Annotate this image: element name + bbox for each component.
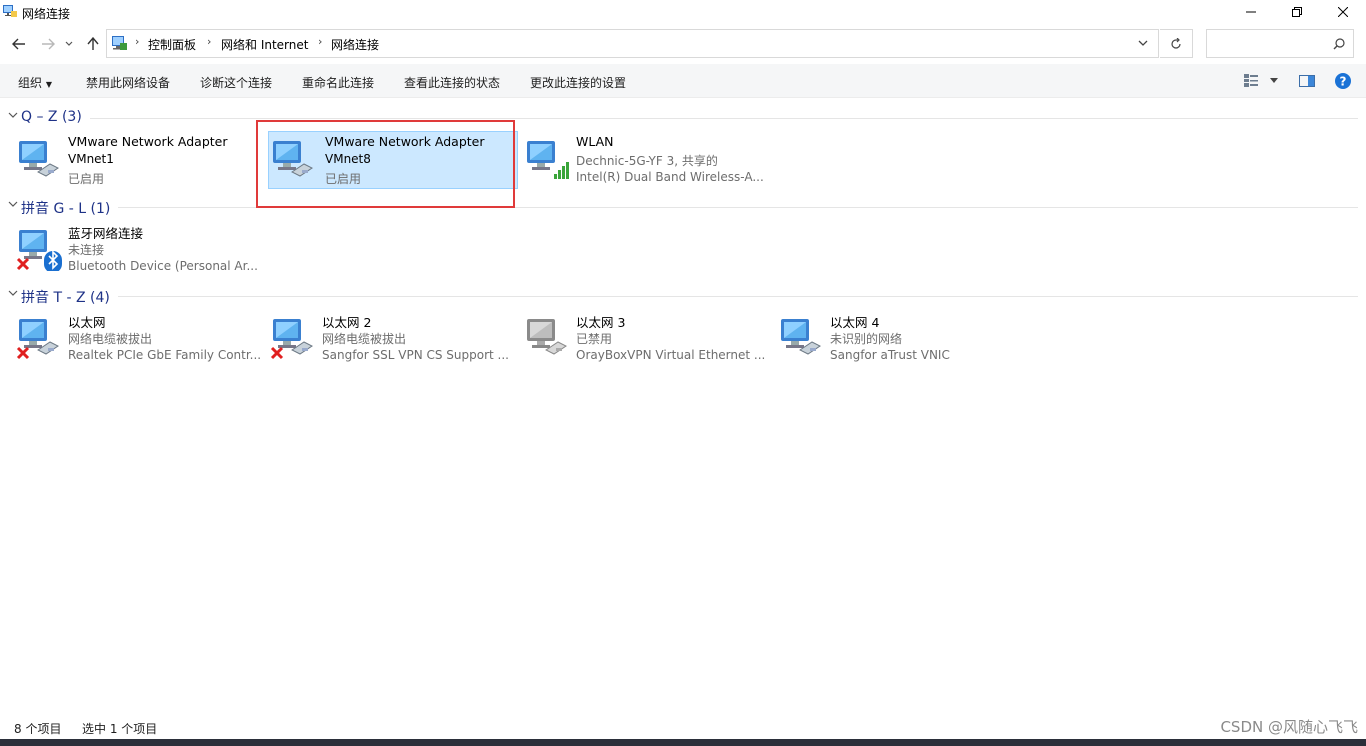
recent-locations-button[interactable] xyxy=(62,33,76,55)
rename-button[interactable]: 重命名此连接 xyxy=(302,74,374,91)
arrow-left-icon xyxy=(12,38,25,50)
close-button[interactable] xyxy=(1320,0,1366,24)
connection-device: Bluetooth Device (Personal Ar... xyxy=(68,259,258,273)
connection-name: 以太网 4 xyxy=(830,315,880,330)
up-button[interactable] xyxy=(83,33,103,55)
organize-label: 组织 xyxy=(18,76,43,90)
connection-name: WLAN xyxy=(576,134,614,149)
minimize-icon xyxy=(1246,11,1256,13)
breadcrumb-separator: › xyxy=(207,35,212,48)
connection-device: Sangfor aTrust VNIC xyxy=(830,348,950,362)
connection-item[interactable]: 以太网 2 网络电缆被拔出 Sangfor SSL VPN CS Support… xyxy=(268,309,518,379)
title-bar: 网络连接 xyxy=(0,0,1366,24)
group-title: 拼音 G - L (1) xyxy=(21,201,111,217)
forward-button[interactable] xyxy=(38,33,58,55)
window-title: 网络连接 xyxy=(22,7,71,21)
organize-menu[interactable]: 组织 ▼ xyxy=(18,74,52,91)
back-button[interactable] xyxy=(9,33,29,55)
view-status-button[interactable]: 查看此连接的状态 xyxy=(404,74,500,91)
help-icon[interactable]: ? xyxy=(1335,73,1351,89)
connection-name: 以太网 3 xyxy=(576,315,626,330)
connection-item[interactable]: 以太网 4 未识别的网络 Sangfor aTrust VNIC xyxy=(776,309,1026,379)
connection-item[interactable]: 以太网 网络电缆被拔出 Realtek PCIe GbE Family Cont… xyxy=(14,309,264,379)
refresh-icon xyxy=(1171,37,1181,49)
change-settings-button[interactable]: 更改此连接的设置 xyxy=(530,74,626,91)
breadcrumb-control-panel[interactable]: 控制面板 xyxy=(148,36,196,53)
connection-device: Sangfor SSL VPN CS Support ... xyxy=(322,348,509,362)
selected-count: 选中 1 个项目 xyxy=(82,722,158,736)
address-bar[interactable]: › 控制面板 › 网络和 Internet › 网络连接 xyxy=(106,29,1159,58)
connection-status: 已禁用 xyxy=(576,332,613,346)
disable-device-button[interactable]: 禁用此网络设备 xyxy=(86,74,170,91)
breadcrumb-network-connections[interactable]: 网络连接 xyxy=(331,36,379,53)
refresh-button[interactable] xyxy=(1160,29,1193,58)
ethernet-adapter-icon xyxy=(16,319,59,360)
connection-name: 蓝牙网络连接 xyxy=(68,226,144,241)
group-title: Q – Z (3) xyxy=(21,109,82,125)
connection-name-cont: VMnet1 xyxy=(68,152,114,166)
breadcrumb-network-internet[interactable]: 网络和 Internet xyxy=(221,36,308,53)
view-options-icon[interactable] xyxy=(1244,74,1258,87)
breadcrumb-separator: › xyxy=(135,35,140,48)
breadcrumb-separator: › xyxy=(318,35,323,48)
svg-text:?: ? xyxy=(1340,75,1347,89)
chevron-down-icon xyxy=(65,41,73,46)
group-divider xyxy=(90,118,1358,119)
restore-icon xyxy=(1292,7,1302,17)
taskbar-edge xyxy=(0,739,1366,746)
ethernet-adapter-icon xyxy=(270,319,313,360)
connection-status: 网络电缆被拔出 xyxy=(322,332,407,346)
connection-status: 未识别的网络 xyxy=(830,332,903,346)
connection-item[interactable]: VMware Network Adapter VMnet1 已启用 xyxy=(14,131,264,201)
diagnose-button[interactable]: 诊断这个连接 xyxy=(200,74,272,91)
connection-status: 网络电缆被拔出 xyxy=(68,332,153,346)
bluetooth-adapter-icon xyxy=(16,230,62,271)
network-connections-app-icon xyxy=(3,5,17,17)
connection-item[interactable]: 以太网 3 已禁用 OrayBoxVPN Virtual Ethernet ..… xyxy=(522,309,772,379)
search-icon xyxy=(1333,38,1345,50)
watermark: CSDN @风随心飞飞 xyxy=(1220,718,1358,736)
connection-name: VMware Network Adapter xyxy=(68,134,228,149)
item-count: 8 个项目 xyxy=(14,722,62,736)
wifi-adapter-icon xyxy=(527,141,569,179)
annotation-highlight-box xyxy=(256,120,515,208)
close-icon xyxy=(1338,7,1348,17)
connection-device: OrayBoxVPN Virtual Ethernet ... xyxy=(576,348,766,362)
preview-pane-icon[interactable] xyxy=(1299,75,1315,87)
connection-status: 已启用 xyxy=(68,172,105,186)
ethernet-adapter-icon xyxy=(781,319,821,355)
network-adapter-icon xyxy=(19,141,59,177)
arrow-right-icon xyxy=(42,38,55,50)
command-bar: 组织 ▼ 禁用此网络设备 诊断这个连接 重命名此连接 查看此连接的状态 更改此连… xyxy=(0,64,1366,98)
chevron-down-icon[interactable] xyxy=(1138,40,1148,47)
connection-device: Intel(R) Dual Band Wireless-A... xyxy=(576,170,764,184)
connection-item[interactable]: 蓝牙网络连接 未连接 Bluetooth Device (Personal Ar… xyxy=(14,220,264,290)
group-divider xyxy=(118,296,1358,297)
dropdown-arrow-icon: ▼ xyxy=(45,80,52,89)
connection-name: 以太网 2 xyxy=(322,315,372,330)
connection-item[interactable]: WLAN Dechnic-5G-YF 3, 共享的 Intel(R) Dual … xyxy=(522,131,772,201)
group-header-q-z[interactable]: Q – Z (3) xyxy=(0,108,1366,128)
search-input[interactable] xyxy=(1206,29,1354,58)
connection-status: 未连接 xyxy=(68,243,105,257)
arrow-up-icon xyxy=(87,37,99,50)
connection-network: Dechnic-5G-YF 3, 共享的 xyxy=(576,154,718,168)
connection-name: 以太网 xyxy=(68,315,106,330)
ethernet-adapter-disabled-icon xyxy=(527,319,567,355)
chevron-down-icon xyxy=(8,112,18,118)
status-bar: 8 个项目 选中 1 个项目 xyxy=(0,716,1366,738)
chevron-down-icon[interactable] xyxy=(1270,78,1278,84)
restore-button[interactable] xyxy=(1274,0,1320,24)
connection-device: Realtek PCIe GbE Family Contr... xyxy=(68,348,262,362)
group-title: 拼音 T - Z (4) xyxy=(21,290,110,306)
control-panel-icon xyxy=(112,36,127,50)
minimize-button[interactable] xyxy=(1228,0,1274,24)
